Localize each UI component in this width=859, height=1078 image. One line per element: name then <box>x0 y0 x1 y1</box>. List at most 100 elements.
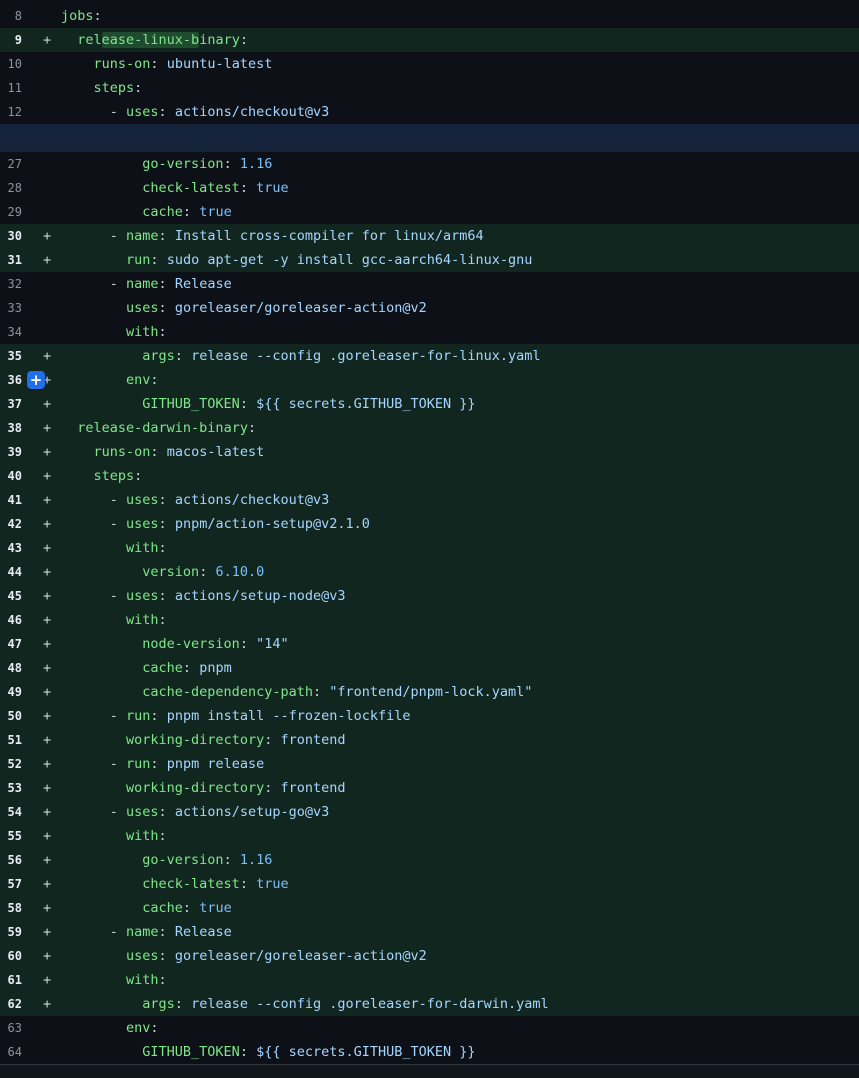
line-number[interactable]: 61 <box>0 968 34 992</box>
diff-line: 10 runs-on: ubuntu-latest <box>0 52 859 76</box>
code-token: : <box>159 104 175 120</box>
code-token: "frontend/pnpm-lock.yaml" <box>329 684 532 700</box>
line-number[interactable]: 11 <box>0 76 34 100</box>
code-token: true <box>256 180 289 196</box>
diff-marker: + <box>34 632 61 656</box>
code-text: - uses: actions/checkout@v3 <box>61 100 859 124</box>
line-number[interactable]: 33 <box>0 296 34 320</box>
line-number[interactable]: 31 <box>0 248 34 272</box>
line-number[interactable]: 63 <box>0 1016 34 1040</box>
line-number[interactable]: 49 <box>0 680 34 704</box>
code-token: cache-dependency-path <box>142 684 313 700</box>
diff-line: 45+ - uses: actions/setup-node@v3 <box>0 584 859 608</box>
line-number[interactable]: 51 <box>0 728 34 752</box>
line-number[interactable]: 8 <box>0 4 34 28</box>
code-token: release-darwin-binary <box>77 420 248 436</box>
diff-marker: + <box>34 680 61 704</box>
code-token: actions/setup-go@v3 <box>175 804 329 820</box>
line-number[interactable]: 44 <box>0 560 34 584</box>
diff-marker: + <box>34 824 61 848</box>
code-token: with <box>126 828 159 844</box>
line-number[interactable]: 50 <box>0 704 34 728</box>
code-token: : <box>134 80 142 96</box>
code-token: ease-linux-b <box>102 32 200 48</box>
line-number[interactable]: 46 <box>0 608 34 632</box>
line-number[interactable]: 27 <box>0 152 34 176</box>
diff-line: 43+ with: <box>0 536 859 560</box>
line-number[interactable]: 62 <box>0 992 34 1016</box>
code-token: - <box>61 276 126 292</box>
code-text: GITHUB_TOKEN: ${{ secrets.GITHUB_TOKEN }… <box>61 1040 859 1064</box>
add-comment-button[interactable]: + <box>27 371 45 389</box>
line-number[interactable]: 40 <box>0 464 34 488</box>
code-text: - uses: actions/checkout@v3 <box>61 488 859 512</box>
line-number[interactable]: 41 <box>0 488 34 512</box>
code-text: with: <box>61 536 859 560</box>
code-token: "14" <box>256 636 289 652</box>
line-number[interactable]: 64 <box>0 1040 34 1064</box>
code-token: : <box>159 516 175 532</box>
line-number[interactable]: 35 <box>0 344 34 368</box>
diff-line: 35+ args: release --config .goreleaser-f… <box>0 344 859 368</box>
code-token: version <box>142 564 199 580</box>
line-number[interactable]: 43 <box>0 536 34 560</box>
line-number[interactable]: 42 <box>0 512 34 536</box>
line-number[interactable]: 30 <box>0 224 34 248</box>
line-number[interactable]: 53 <box>0 776 34 800</box>
code-token: with <box>126 612 159 628</box>
code-token: with <box>126 540 159 556</box>
line-number[interactable]: 28 <box>0 176 34 200</box>
diff-marker: + <box>34 416 61 440</box>
code-token <box>61 780 126 796</box>
code-token <box>61 636 142 652</box>
code-text: working-directory: frontend <box>61 776 859 800</box>
code-token: env <box>126 1020 150 1036</box>
line-number[interactable]: 34 <box>0 320 34 344</box>
code-text: runs-on: ubuntu-latest <box>61 52 859 76</box>
diff-marker: + <box>34 704 61 728</box>
code-token: sudo apt-get -y install gcc-aarch64-linu… <box>167 252 533 268</box>
code-text: steps: <box>61 76 859 100</box>
code-text: check-latest: true <box>61 872 859 896</box>
line-number[interactable]: 37 <box>0 392 34 416</box>
line-number[interactable]: 58 <box>0 896 34 920</box>
code-text: uses: goreleaser/goreleaser-action@v2 <box>61 944 859 968</box>
code-token <box>61 852 142 868</box>
line-number[interactable]: 10 <box>0 52 34 76</box>
line-number[interactable]: 45 <box>0 584 34 608</box>
diff-line: 60+ uses: goreleaser/goreleaser-action@v… <box>0 944 859 968</box>
diff-line: 62+ args: release --config .goreleaser-f… <box>0 992 859 1016</box>
code-token: : <box>94 8 102 24</box>
hunk-expander-row[interactable] <box>0 124 859 152</box>
line-number[interactable]: 54 <box>0 800 34 824</box>
line-number[interactable]: 47 <box>0 632 34 656</box>
code-token: GITHUB_TOKEN <box>142 1044 240 1060</box>
code-token: : <box>159 540 167 556</box>
line-number[interactable]: 55 <box>0 824 34 848</box>
code-token: Release <box>175 924 232 940</box>
code-token: true <box>199 204 232 220</box>
diff-line: 37+ GITHUB_TOKEN: ${{ secrets.GITHUB_TOK… <box>0 392 859 416</box>
line-number[interactable]: 60 <box>0 944 34 968</box>
code-token: pnpm <box>199 660 232 676</box>
line-number[interactable]: 38 <box>0 416 34 440</box>
line-number[interactable]: 56 <box>0 848 34 872</box>
line-number[interactable]: 39 <box>0 440 34 464</box>
diff-view: 8jobs:9+ release-linux-binary:10 runs-on… <box>0 0 859 1064</box>
diff-line: 8jobs: <box>0 4 859 28</box>
line-number[interactable]: 52 <box>0 752 34 776</box>
line-number[interactable]: 32 <box>0 272 34 296</box>
line-number[interactable]: 9 <box>0 28 34 52</box>
code-text: env: <box>61 1016 859 1040</box>
code-token <box>61 876 142 892</box>
code-token <box>61 348 142 364</box>
code-token: - <box>61 708 126 724</box>
code-token: : <box>150 444 166 460</box>
line-number[interactable]: 48 <box>0 656 34 680</box>
line-number[interactable]: 57 <box>0 872 34 896</box>
code-token: run <box>126 756 150 772</box>
line-number[interactable]: 29 <box>0 200 34 224</box>
line-number[interactable]: 59 <box>0 920 34 944</box>
code-text: version: 6.10.0 <box>61 560 859 584</box>
line-number[interactable]: 12 <box>0 100 34 124</box>
